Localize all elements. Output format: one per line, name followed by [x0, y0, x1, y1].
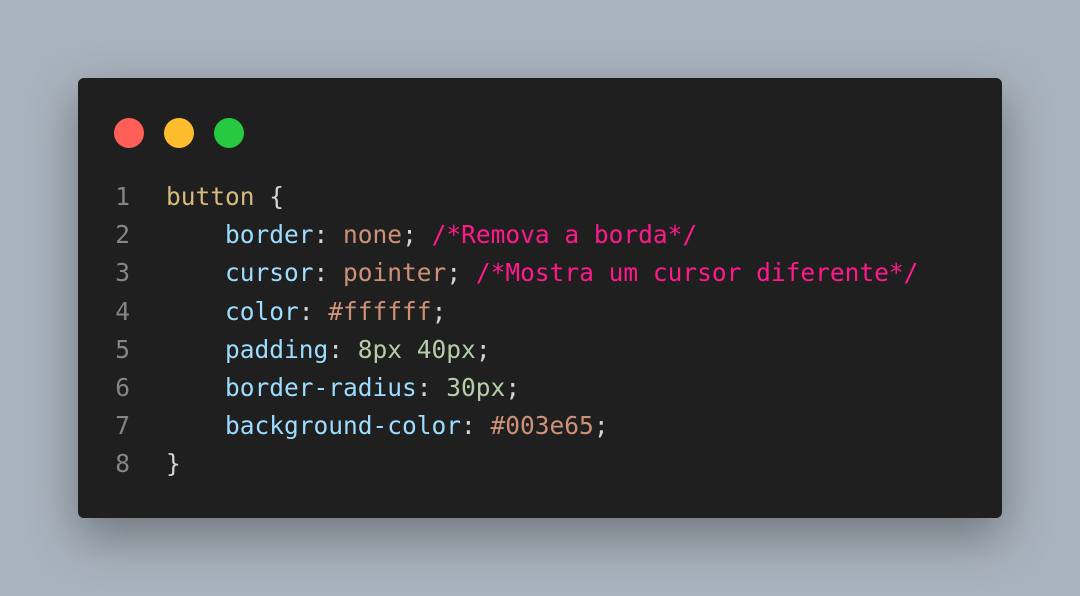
code-token-punct: ; — [593, 411, 609, 441]
code-token-punct: { — [254, 182, 285, 211]
code-token-comment: /*Remova a borda*/ — [431, 220, 698, 250]
code-line: 3 cursor: pointer; /*Mostra um cursor di… — [78, 254, 1002, 292]
code-token-punct: } — [166, 449, 181, 479]
code-line: 5 padding: 8px 40px; — [78, 331, 1002, 369]
code-token-number: 30px — [446, 372, 506, 402]
code-token-selector: button — [166, 182, 255, 211]
line-content: border-radius: 30px; — [166, 369, 520, 407]
line-content: color: #ffffff; — [166, 293, 446, 331]
code-token-punct: ; — [475, 334, 491, 364]
close-dot-icon[interactable] — [114, 118, 144, 148]
code-block: 1 button {2 border: none; /*Remova a bord… — [78, 178, 1002, 484]
code-token-value: #003e65 — [490, 411, 594, 441]
code-token-punct — [166, 258, 225, 287]
line-number: 3 — [115, 258, 130, 288]
code-token-punct — [166, 297, 225, 326]
line-content: border: none; /*Remova a borda*/ — [166, 216, 697, 254]
line-number: 6 — [115, 372, 130, 402]
code-token-prop: cursor — [225, 258, 314, 288]
code-token-punct: : — [298, 296, 329, 326]
code-token-prop: background-color — [225, 411, 462, 441]
code-line: 7 background-color: #003e65; — [78, 407, 1002, 445]
code-token-punct: : — [328, 334, 358, 364]
maximize-dot-icon[interactable] — [214, 118, 244, 148]
line-number: 5 — [115, 334, 130, 364]
code-token-prop: border — [225, 220, 314, 250]
line-content: button { — [166, 178, 284, 216]
code-token-punct: ; — [446, 258, 476, 288]
line-content: cursor: pointer; /*Mostra um cursor dife… — [166, 254, 918, 292]
code-token-punct — [166, 373, 225, 402]
line-number: 1 — [115, 182, 130, 211]
line-number: 8 — [115, 449, 130, 479]
code-token-prop: color — [225, 296, 299, 326]
code-token-punct: : — [313, 258, 344, 288]
line-content: background-color: #003e65; — [166, 407, 609, 445]
code-line: 1 button { — [78, 178, 1002, 216]
code-window: 1 button {2 border: none; /*Remova a bord… — [78, 78, 1002, 518]
line-number: 2 — [115, 220, 130, 250]
code-token-number: 8px 40px — [357, 334, 476, 364]
code-token-punct: : — [461, 411, 491, 441]
code-token-prop: border-radius — [225, 372, 417, 402]
code-token-value: none — [343, 220, 403, 250]
window-controls — [114, 118, 244, 148]
line-content: padding: 8px 40px; — [166, 331, 491, 369]
line-number: 4 — [115, 296, 130, 326]
code-token-punct: : — [416, 372, 447, 402]
code-token-punct: ; — [505, 372, 521, 402]
code-line: 6 border-radius: 30px; — [78, 369, 1002, 407]
code-token-comment: /*Mostra um cursor diferente*/ — [475, 258, 919, 288]
code-token-punct — [166, 220, 225, 249]
code-token-value: #ffffff — [328, 296, 432, 326]
code-token-punct: : — [313, 220, 344, 250]
code-token-punct: ; — [431, 296, 447, 326]
code-line: 2 border: none; /*Remova a borda*/ — [78, 216, 1002, 254]
minimize-dot-icon[interactable] — [164, 118, 194, 148]
code-token-prop: padding — [225, 334, 329, 364]
line-number: 7 — [115, 411, 130, 441]
code-token-punct — [166, 335, 225, 364]
code-line: 4 color: #ffffff; — [78, 293, 1002, 331]
code-token-value: pointer — [343, 258, 447, 288]
code-line: 8} — [78, 445, 1002, 483]
code-token-punct — [166, 411, 225, 440]
line-content: } — [166, 445, 181, 483]
code-token-punct: ; — [402, 220, 432, 250]
